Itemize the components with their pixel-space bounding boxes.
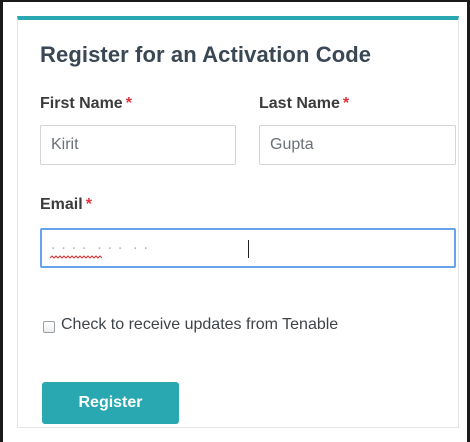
register-button[interactable]: Register bbox=[42, 382, 179, 424]
first-name-input[interactable]: Kirit bbox=[40, 125, 236, 165]
updates-checkbox[interactable] bbox=[43, 321, 55, 333]
email-label-text: Email bbox=[40, 196, 83, 213]
required-marker: * bbox=[342, 95, 350, 112]
last-name-label-text: Last Name bbox=[259, 95, 340, 112]
first-name-value: Kirit bbox=[51, 136, 79, 153]
email-input[interactable]: ⋅ ⋅ ⋅ ⋅ ⋅ ⋅ ⋅ ⋅ ⋅ bbox=[40, 228, 456, 268]
spellcheck-underline bbox=[50, 255, 102, 259]
text-caret bbox=[248, 240, 249, 258]
email-value-obscured: ⋅ ⋅ ⋅ ⋅ ⋅ ⋅ ⋅ ⋅ ⋅ bbox=[51, 240, 149, 256]
required-marker: * bbox=[85, 196, 92, 213]
updates-checkbox-label[interactable]: Check to receive updates from Tenable bbox=[61, 316, 338, 334]
last-name-input[interactable]: Gupta bbox=[259, 125, 456, 165]
registration-card: Register for an Activation Code First Na… bbox=[17, 16, 459, 428]
last-name-label: Last Name * bbox=[259, 95, 349, 113]
required-marker: * bbox=[125, 95, 132, 112]
first-name-label-text: First Name bbox=[40, 95, 123, 112]
first-name-label: First Name * bbox=[40, 95, 132, 113]
last-name-value: Gupta bbox=[270, 136, 314, 153]
email-label: Email * bbox=[40, 196, 92, 214]
window-frame: Register for an Activation Code First Na… bbox=[0, 0, 470, 442]
form-title: Register for an Activation Code bbox=[40, 42, 372, 67]
